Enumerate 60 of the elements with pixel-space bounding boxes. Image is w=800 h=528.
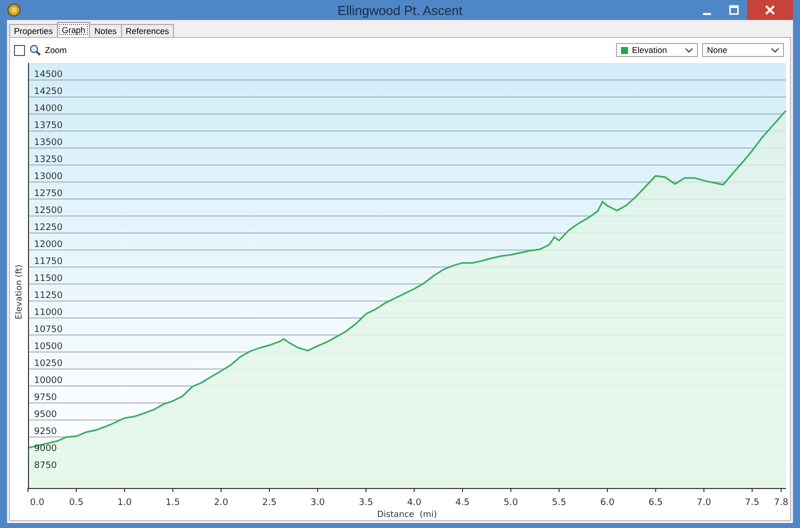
y-tick-label: 12750 [34,189,63,199]
x-tick-label: 5.0 [504,498,518,508]
x-tick-label: 7.0 [696,498,712,508]
close-button[interactable] [747,0,793,20]
y-tick-label: 12250 [34,223,63,233]
close-icon [765,5,775,15]
x-tick-label: 0.5 [69,498,84,508]
y-tick-label: 12000 [34,240,63,250]
series-dropdown[interactable]: Elevation [616,43,698,57]
y-tick-label: 11750 [34,257,63,267]
window-title: Ellingwood Pt. Ascent [336,2,464,18]
y-tick-label: 9500 [34,410,57,420]
x-tick-label: 4.5 [455,498,470,508]
y-tick-label: 13750 [34,121,63,131]
x-tick-label: 1.0 [117,498,132,508]
y-tick-label: 14500 [34,70,63,80]
y-tick-label: 12500 [34,206,63,216]
y-tick-label: 11000 [34,308,63,318]
magnifier-icon [29,44,41,56]
x-tick-label: 7.5 [745,498,760,508]
y-tick-label: 10750 [34,325,63,335]
y-axis-label: Elevation (ft) [14,264,24,319]
y-tick-label: 9750 [34,393,57,403]
tab[interactable]: Graph [56,22,90,37]
zoom-checkbox[interactable] [14,44,25,56]
y-tick-label: 9250 [34,427,57,437]
y-tick-label: 10500 [34,342,63,352]
y-tick-label: 13250 [34,155,63,165]
x-tick-label: 3.5 [358,498,374,508]
x-tick-label: 2.5 [262,498,277,508]
y-tick-label: 13500 [34,138,63,148]
x-tick-label: 6.0 [600,498,615,508]
second-series-dropdown[interactable]: None [702,43,784,57]
x-tick-label: 5.5 [552,498,566,508]
tab[interactable]: Notes [89,24,122,37]
y-tick-label: 14250 [34,87,63,97]
tab[interactable]: Properties [9,24,58,37]
tab[interactable]: References [120,24,174,37]
x-axis-label: Distance (mi) [377,510,437,520]
x-tick-label: 4.0 [407,498,422,508]
y-tick-label: 13000 [34,172,63,182]
x-tick-label: 1.5 [166,498,180,508]
y-tick-label: 14000 [34,104,63,114]
x-tick-label: 0.0 [30,498,44,508]
maximize-icon [728,5,738,15]
caret-icon [771,48,779,52]
zoom-label: Zoom [45,45,67,55]
x-tick-label: 3.0 [310,498,325,508]
x-tick-label: 6.5 [648,498,663,508]
minimize-icon [702,13,710,15]
y-tick-label: 9000 [34,444,57,454]
caret-icon [685,48,693,52]
y-tick-label: 8750 [34,461,57,471]
app-icon [7,3,21,17]
y-tick-label: 10250 [34,359,63,369]
x-tick-label: 2.0 [214,498,228,508]
y-tick-label: 11250 [34,291,63,301]
y-tick-label: 10000 [34,376,63,386]
x-tick-label: 7.8 [774,498,788,508]
y-tick-label: 11500 [34,274,63,284]
